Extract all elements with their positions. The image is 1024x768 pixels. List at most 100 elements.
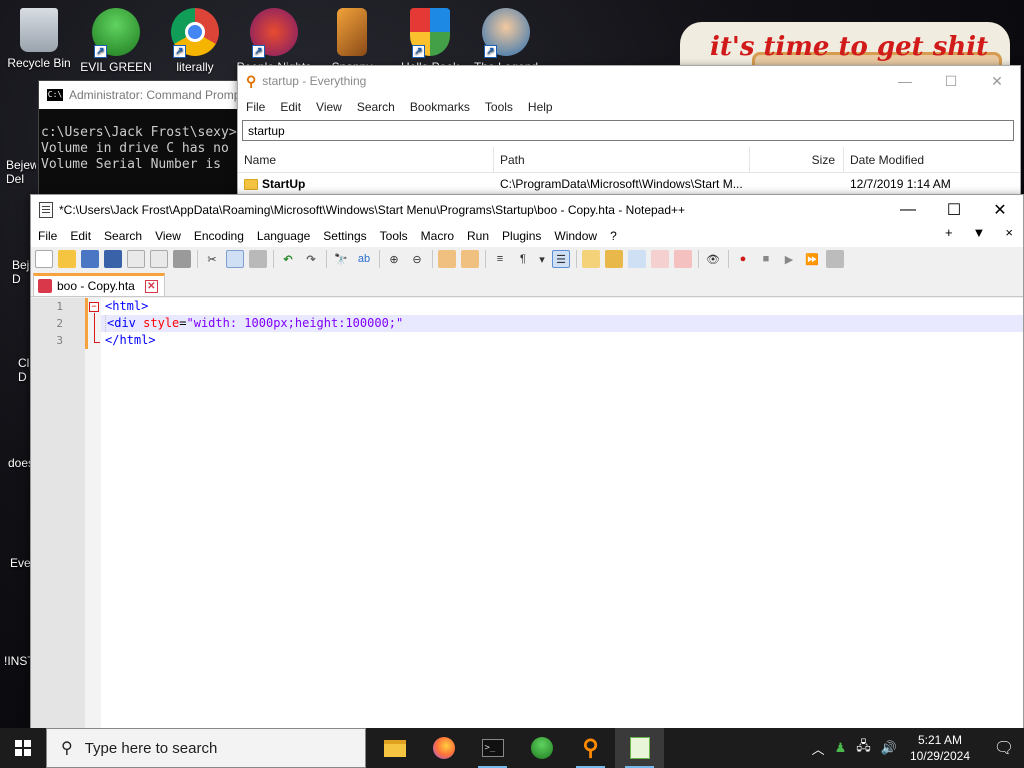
menu-tools[interactable]: Tools [485, 100, 513, 114]
close-doc-button[interactable]: × [1005, 225, 1013, 240]
close-button[interactable]: ✕ [977, 195, 1023, 225]
menu-view[interactable]: View [316, 100, 342, 114]
maximize-button[interactable]: ☐ [931, 195, 977, 225]
menu-settings[interactable]: Settings [323, 229, 366, 243]
taskbar-green-men[interactable] [517, 728, 566, 768]
minimize-button[interactable]: — [885, 195, 931, 225]
indent-guide-icon[interactable]: ☰ [552, 250, 570, 268]
dropdown-icon[interactable]: ▾ [537, 250, 547, 268]
menu-macro[interactable]: Macro [421, 229, 454, 243]
everything-menu-bar: File Edit View Search Bookmarks Tools He… [238, 96, 1020, 118]
taskbar-everything[interactable]: ⚲ [566, 728, 615, 768]
doc-map-icon[interactable] [605, 250, 623, 268]
table-row[interactable]: StartUp C:\ProgramData\Microsoft\Windows… [238, 173, 1020, 194]
menu-language[interactable]: Language [257, 229, 310, 243]
volume-icon[interactable]: 🔊 [881, 740, 897, 756]
taskbar-notepadpp[interactable] [615, 728, 664, 768]
start-button[interactable] [0, 728, 46, 768]
menu-view[interactable]: View [155, 229, 181, 243]
notepadpp-title-bar[interactable]: *C:\Users\Jack Frost\AppData\Roaming\Mic… [31, 195, 1023, 225]
word-wrap-icon[interactable]: ≡ [491, 250, 509, 268]
close-tab-icon[interactable]: ✕ [144, 279, 158, 293]
cut-icon[interactable]: ✂ [203, 250, 221, 268]
desktop-icon-left-6[interactable]: !INST [4, 654, 32, 668]
doc-list-icon[interactable] [628, 250, 646, 268]
taskbar-terminal[interactable]: >_ [468, 728, 517, 768]
menu-file[interactable]: File [246, 100, 265, 114]
redo-icon[interactable]: ↷ [302, 250, 320, 268]
zoom-in-icon[interactable]: ⊕ [385, 250, 403, 268]
menu-search[interactable]: Search [357, 100, 395, 114]
close-all-icon[interactable] [150, 250, 168, 268]
menu-search[interactable]: Search [104, 229, 142, 243]
paste-icon[interactable] [249, 250, 267, 268]
desktop-icon-left-4[interactable]: does [8, 456, 32, 470]
desktop-icon-evil-green-men[interactable]: ↗ EVIL GREEN MEN GO [78, 8, 154, 74]
run-macro-multiple-icon[interactable]: ⏩ [803, 250, 821, 268]
save-icon[interactable] [81, 250, 99, 268]
new-file-icon[interactable] [35, 250, 53, 268]
zoom-out-icon[interactable]: ⊖ [408, 250, 426, 268]
stop-recording-icon[interactable]: ■ [757, 250, 775, 268]
network-icon[interactable]: 🖧 [856, 737, 871, 759]
copy-icon[interactable] [226, 250, 244, 268]
print-icon[interactable] [173, 250, 191, 268]
maximize-button[interactable]: ☐ [928, 66, 974, 96]
people-tray-icon[interactable]: ♟ [835, 740, 847, 756]
clock[interactable]: 5:21 AM 10/29/2024 [910, 732, 970, 764]
code-editor[interactable]: 1 <html> 2 <div style="width: 1000px;hei… [31, 298, 1023, 729]
playback-macro-icon[interactable]: ▶ [780, 250, 798, 268]
menu-file[interactable]: File [38, 229, 57, 243]
menu-encoding[interactable]: Encoding [194, 229, 244, 243]
udl-icon[interactable] [582, 250, 600, 268]
notification-center-icon[interactable]: 🗨 [984, 738, 1024, 758]
column-name[interactable]: Name [238, 147, 494, 172]
menu-help[interactable]: Help [528, 100, 553, 114]
menu-run[interactable]: Run [467, 229, 489, 243]
function-list-icon[interactable] [651, 250, 669, 268]
save-macro-icon[interactable] [826, 250, 844, 268]
column-size[interactable]: Size [750, 147, 844, 172]
tab-boo-copy[interactable]: boo - Copy.hta ✕ [33, 273, 165, 296]
menu-plugins[interactable]: Plugins [502, 229, 541, 243]
record-macro-icon[interactable]: ● [734, 250, 752, 268]
menu-bookmarks[interactable]: Bookmarks [410, 100, 470, 114]
menu-edit[interactable]: Edit [280, 100, 301, 114]
show-all-chars-icon[interactable]: ¶ [514, 250, 532, 268]
desktop-icon-left-1[interactable]: Bejew Del [6, 158, 36, 186]
sync-horizontal-icon[interactable] [461, 250, 479, 268]
column-date-modified[interactable]: Date Modified [844, 147, 994, 172]
notepadpp-window[interactable]: *C:\Users\Jack Frost\AppData\Roaming\Mic… [30, 194, 1024, 730]
find-icon[interactable]: 🔭 [332, 250, 350, 268]
column-path[interactable]: Path [494, 147, 750, 172]
new-tab-button[interactable]: + [945, 225, 953, 240]
desktop-icon-left-5[interactable]: Eve [10, 556, 32, 570]
everything-window[interactable]: ⚲ startup - Everything — ☐ ✕ File Edit V… [237, 65, 1021, 195]
cmd-title-bar[interactable]: C:\ Administrator: Command Prompt [39, 81, 267, 109]
open-file-icon[interactable] [58, 250, 76, 268]
folder-workspace-icon[interactable] [674, 250, 692, 268]
menu-edit[interactable]: Edit [70, 229, 91, 243]
undo-icon[interactable]: ↶ [279, 250, 297, 268]
command-prompt-window[interactable]: C:\ Administrator: Command Prompt c:\Use… [38, 80, 268, 210]
close-button[interactable]: ✕ [974, 66, 1020, 96]
show-hidden-icons-icon[interactable]: ︿ [812, 739, 825, 758]
fold-toggle-icon[interactable]: − [89, 302, 99, 312]
save-all-icon[interactable] [104, 250, 122, 268]
menu-window[interactable]: Window [554, 229, 597, 243]
taskbar-file-explorer[interactable] [370, 728, 419, 768]
desktop-icon-recycle-bin[interactable]: Recycle Bin [1, 8, 77, 70]
desktop-icon-chrome[interactable]: ↗ literally [157, 8, 233, 74]
desktop-icon-left-2[interactable]: Bej D [12, 258, 32, 286]
menu-help[interactable]: ? [610, 229, 617, 243]
close-file-icon[interactable] [127, 250, 145, 268]
taskbar-search-box[interactable]: ⚲ Type here to search [46, 728, 366, 768]
menu-tools[interactable]: Tools [380, 229, 408, 243]
monitoring-icon[interactable]: 👁 [704, 250, 722, 268]
minimize-button[interactable]: — [882, 66, 928, 96]
sync-vertical-icon[interactable] [438, 250, 456, 268]
everything-search-input[interactable] [242, 120, 1014, 141]
replace-icon[interactable]: ab [355, 250, 373, 268]
taskbar-firefox[interactable] [419, 728, 468, 768]
tab-list-button[interactable]: ▼ [973, 225, 986, 240]
